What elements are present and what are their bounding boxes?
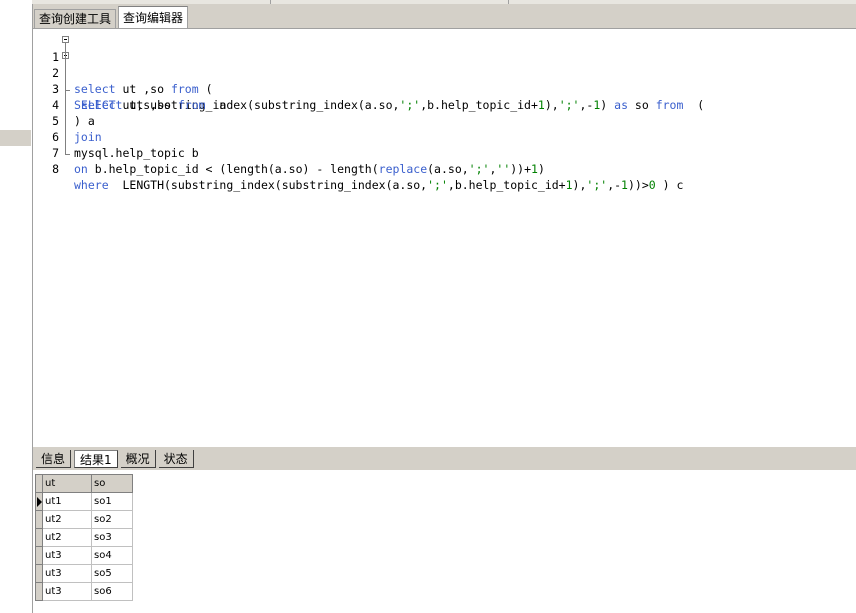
tab-profile[interactable]: 概况 xyxy=(120,450,156,468)
code-line: 1 select ut ,so from ( xyxy=(33,33,856,96)
code-text: where LENGTH(substring_index(substring_i… xyxy=(74,178,684,192)
cell-so[interactable]: so6 xyxy=(91,582,133,601)
top-toolbar-edge xyxy=(32,0,856,4)
fold-guide-line xyxy=(65,43,66,154)
sql-editor[interactable]: 1 select ut ,so from ( 2 SELECT ut,subst… xyxy=(33,28,856,447)
tab-query-editor[interactable]: 查询编辑器 xyxy=(118,6,189,28)
left-panel-marker xyxy=(0,130,31,146)
toolbar-divider xyxy=(508,0,509,4)
code-line: 4 ) a xyxy=(33,81,856,128)
code-line: 7 on b.help_topic_id < (length(a.so) - l… xyxy=(33,129,856,176)
row-indicator xyxy=(35,528,43,547)
cell-so[interactable]: so3 xyxy=(91,528,133,547)
column-header-so[interactable]: so xyxy=(91,474,133,493)
tab-info[interactable]: 信息 xyxy=(36,450,72,468)
table-row[interactable]: ut2 so2 xyxy=(35,510,133,529)
tab-query-builder[interactable]: 查询创建工具 xyxy=(34,9,117,28)
row-indicator-header xyxy=(35,474,43,493)
table-row[interactable]: ut3 so6 xyxy=(35,582,133,601)
cell-so[interactable]: so5 xyxy=(91,564,133,583)
code-text: on b.help_topic_id < (length(a.so) - len… xyxy=(74,162,545,176)
tab-status[interactable]: 状态 xyxy=(158,450,194,468)
fold-end-marker xyxy=(65,90,70,91)
cell-ut[interactable]: ut3 xyxy=(42,546,92,565)
results-pane: ut so ut1 so1 ut2 so2 ut2 so3 ut3 so4 ut… xyxy=(33,470,856,613)
row-indicator xyxy=(35,582,43,601)
code-line: 3 select ut ,so from a xyxy=(33,65,856,112)
code-line: 6 mysql.help_topic b xyxy=(33,113,856,160)
code-line: 5 join xyxy=(33,97,856,144)
row-indicator xyxy=(35,564,43,583)
column-header-ut[interactable]: ut xyxy=(42,474,92,493)
table-row[interactable]: ut2 so3 xyxy=(35,528,133,547)
cell-so[interactable]: so2 xyxy=(91,510,133,529)
code-line: 8 where LENGTH(substring_index(substring… xyxy=(33,145,856,192)
row-indicator xyxy=(35,492,43,511)
cell-ut[interactable]: ut2 xyxy=(42,510,92,529)
results-grid: ut so ut1 so1 ut2 so2 ut2 so3 ut3 so4 ut… xyxy=(35,474,133,601)
current-row-arrow-icon xyxy=(37,497,42,507)
row-indicator xyxy=(35,510,43,529)
editor-tab-bar: 查询创建工具 查询编辑器 xyxy=(34,6,190,28)
cell-ut[interactable]: ut3 xyxy=(42,564,92,583)
header-row: ut so xyxy=(35,474,133,493)
table-row[interactable]: ut1 so1 xyxy=(35,492,133,511)
tab-result1[interactable]: 结果1 xyxy=(74,450,118,468)
table-row[interactable]: ut3 so4 xyxy=(35,546,133,565)
row-indicator xyxy=(35,546,43,565)
cell-ut[interactable]: ut1 xyxy=(42,492,92,511)
toolbar-divider xyxy=(270,0,271,4)
line-number: 8 xyxy=(52,162,59,176)
cell-ut[interactable]: ut2 xyxy=(42,528,92,547)
fold-end-marker xyxy=(65,154,70,155)
code-line: 2 SELECT ut,substring_index(substring_in… xyxy=(33,49,856,112)
cell-ut[interactable]: ut3 xyxy=(42,582,92,601)
result-tab-bar: 信息 结果1 概况 状态 xyxy=(36,450,197,469)
fold-collapse-icon[interactable] xyxy=(62,36,69,43)
left-panel xyxy=(0,0,33,613)
cell-so[interactable]: so4 xyxy=(91,546,133,565)
table-row[interactable]: ut3 so5 xyxy=(35,564,133,583)
cell-so[interactable]: so1 xyxy=(91,492,133,511)
